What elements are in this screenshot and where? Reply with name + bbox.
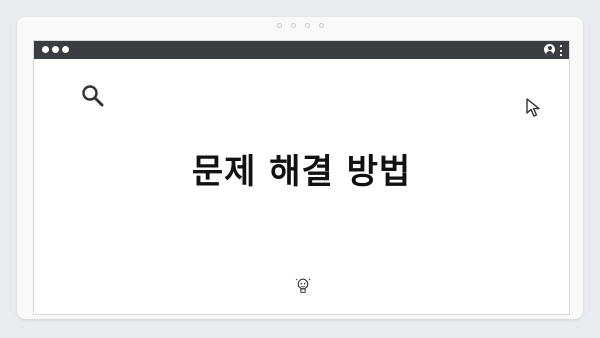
pager-dot[interactable] (276, 23, 282, 28)
window-controls (42, 46, 69, 53)
window-titlebar (34, 41, 569, 59)
window-control-dot[interactable] (52, 46, 59, 53)
window-control-dot[interactable] (42, 46, 49, 53)
cursor-arrow-icon (526, 98, 540, 117)
pager-dot[interactable] (290, 23, 296, 28)
user-icon[interactable] (544, 44, 555, 55)
page-title: 문제 해결 방법 (191, 152, 412, 192)
pager-dots (17, 23, 583, 28)
window-control-dot[interactable] (62, 46, 69, 53)
pager-dot[interactable] (318, 23, 324, 28)
pager-dot[interactable] (304, 23, 310, 28)
lightbulb-icon (295, 278, 311, 293)
kebab-menu-icon[interactable] (560, 45, 563, 56)
browser-window: 문제 해결 방법 (33, 40, 570, 315)
search-icon (82, 85, 104, 107)
